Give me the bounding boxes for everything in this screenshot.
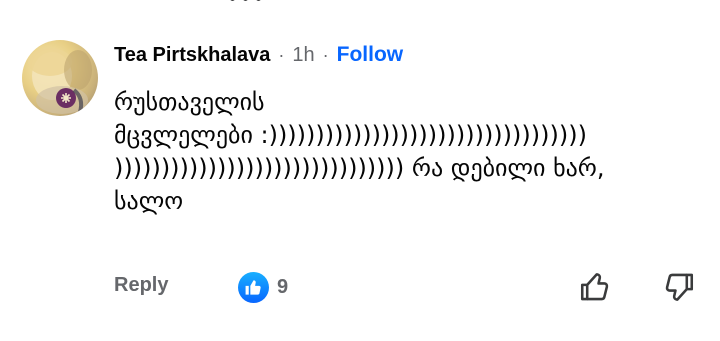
reply-button[interactable]: Reply <box>114 274 168 297</box>
comment-line: რუსთაველის <box>114 88 265 116</box>
reaction-summary[interactable]: 9 <box>238 272 288 303</box>
follow-button[interactable]: Follow <box>337 43 404 67</box>
timestamp[interactable]: 1h <box>292 44 314 67</box>
like-count: 9 <box>277 276 289 298</box>
comment-line: სალო <box>114 187 184 215</box>
avatar[interactable] <box>22 40 98 116</box>
thumbs-down-outline-icon[interactable] <box>662 270 696 304</box>
comment-actions: Reply 9 <box>114 268 704 308</box>
comment-line: ))))))))))))))))))))))))))))))) რა დებილ… <box>114 154 605 182</box>
comment-line: მცვლელები :)))))))))))))))))))))))))))))… <box>114 121 587 149</box>
separator-dot: · <box>322 44 329 65</box>
thumbs-up-outline-icon[interactable] <box>578 270 612 304</box>
comment-text: რუსთაველის მცვლელები :))))))))))))))))))… <box>114 86 704 218</box>
thumbs-up-icon <box>238 272 269 303</box>
profile-photo <box>28 48 92 114</box>
comment-card: Tea Pirtskhalava · 1h · Follow რუსთაველი… <box>0 0 720 341</box>
separator-dot: · <box>278 44 285 65</box>
comment-header: Tea Pirtskhalava · 1h · Follow <box>114 40 403 70</box>
author-name[interactable]: Tea Pirtskhalava <box>114 44 270 67</box>
previous-comment-fragment <box>230 0 264 4</box>
